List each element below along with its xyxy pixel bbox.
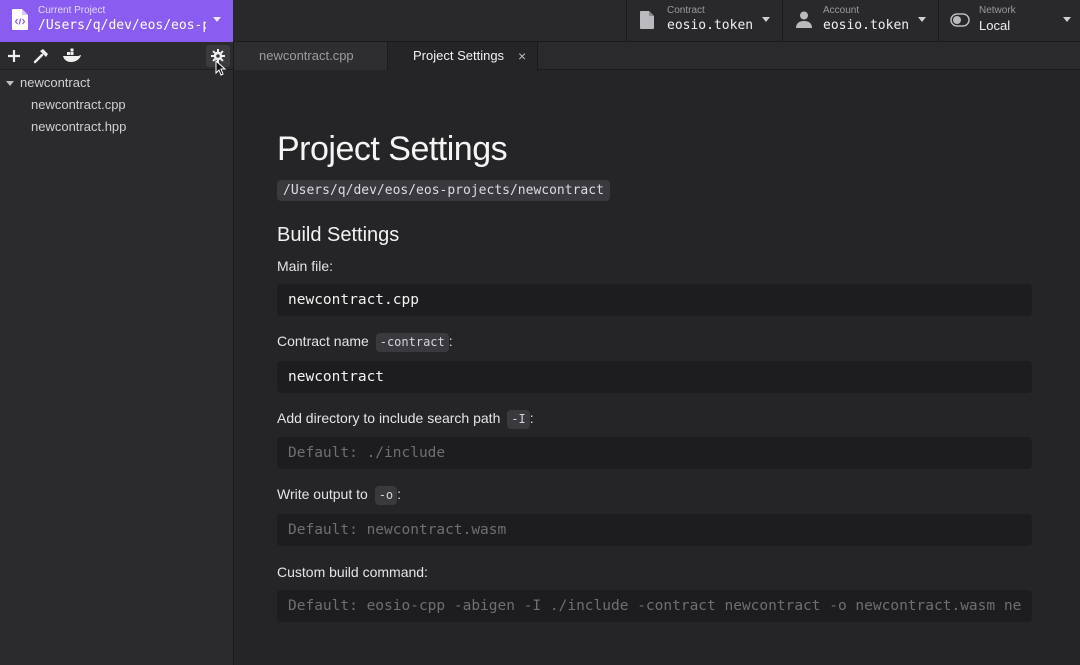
- sidebar: newcontract newcontract.cpp newcontract.…: [0, 42, 234, 665]
- include-dir-input[interactable]: Default: ./include: [277, 437, 1032, 469]
- contract-selector[interactable]: Contract eosio.token: [626, 0, 782, 42]
- tree-file-item[interactable]: newcontract.cpp: [0, 94, 233, 116]
- label-text: Add directory to include search path: [277, 410, 501, 426]
- current-project-path: /Users/q/dev/eos/eos-p...: [38, 18, 206, 33]
- chevron-down-icon: [762, 17, 770, 22]
- section-title: Build Settings: [277, 224, 400, 246]
- main-file-input[interactable]: newcontract.cpp: [277, 284, 1032, 316]
- tree-file-item[interactable]: newcontract.hpp: [0, 116, 233, 138]
- tab-project-settings[interactable]: Project Settings ×: [388, 42, 538, 71]
- tab-newcontract-cpp[interactable]: newcontract.cpp: [234, 42, 388, 70]
- hammer-icon[interactable]: [32, 47, 50, 65]
- top-bar: Current Project /Users/q/dev/eos/eos-p..…: [0, 0, 1080, 42]
- include-dir-label: Add directory to include search path -I:: [277, 410, 534, 429]
- close-icon[interactable]: ×: [518, 42, 526, 70]
- current-project-selector[interactable]: Current Project /Users/q/dev/eos/eos-p..…: [0, 0, 233, 42]
- sidebar-toolbar: [0, 42, 233, 70]
- network-selector[interactable]: Network Local: [938, 0, 1080, 42]
- project-path: /Users/q/dev/eos/eos-projects/newcontrac…: [277, 180, 610, 201]
- account-value: eosio.token: [823, 18, 910, 33]
- contract-label: Contract: [667, 5, 705, 16]
- caret-down-icon[interactable]: [6, 81, 14, 86]
- current-project-label: Current Project: [38, 5, 106, 16]
- chevron-down-icon: [918, 17, 926, 22]
- tree-folder-label: newcontract: [20, 75, 91, 90]
- flag-badge: -I: [507, 410, 530, 429]
- tab-label: newcontract.cpp: [259, 48, 354, 63]
- label-text: Write output to: [277, 486, 368, 502]
- code-file-icon: [12, 9, 28, 30]
- document-icon: [640, 11, 654, 29]
- main-file-label: Main file:: [277, 258, 334, 274]
- label-suffix: :: [397, 486, 402, 502]
- file-tree: newcontract newcontract.cpp newcontract.…: [0, 70, 233, 138]
- docker-icon[interactable]: [62, 47, 82, 65]
- build-command-label: Custom build command:: [277, 564, 428, 580]
- account-label: Account: [823, 5, 860, 16]
- user-icon: [796, 11, 812, 28]
- mouse-cursor-icon: [215, 60, 227, 76]
- output-label: Write output to -o:: [277, 486, 401, 505]
- build-command-input[interactable]: Default: eosio-cpp -abigen -I ./include …: [277, 590, 1032, 622]
- project-settings-panel: Project Settings /Users/q/dev/eos/eos-pr…: [234, 71, 1080, 665]
- tab-label: Project Settings: [413, 48, 505, 63]
- page-title: Project Settings: [277, 130, 508, 168]
- label-text: Contract name: [277, 333, 369, 349]
- label-suffix: :: [529, 410, 534, 426]
- tree-folder-newcontract[interactable]: newcontract: [0, 72, 233, 94]
- output-input[interactable]: Default: newcontract.wasm: [277, 514, 1032, 546]
- account-selector[interactable]: Account eosio.token: [782, 0, 938, 42]
- chevron-down-icon: [1063, 17, 1071, 22]
- contract-name-label: Contract name -contract:: [277, 333, 453, 352]
- contract-value: eosio.token: [667, 18, 754, 33]
- toggle-icon: [950, 13, 970, 27]
- flag-badge: -contract: [375, 333, 449, 352]
- flag-badge: -o: [374, 486, 398, 505]
- contract-name-input[interactable]: newcontract: [277, 361, 1032, 393]
- label-suffix: :: [448, 333, 453, 349]
- plus-icon[interactable]: [5, 47, 23, 65]
- network-label: Network: [979, 5, 1016, 16]
- editor-tabs: newcontract.cpp Project Settings ×: [234, 42, 1080, 71]
- network-value: Local: [979, 18, 1011, 33]
- chevron-down-icon: [213, 17, 221, 22]
